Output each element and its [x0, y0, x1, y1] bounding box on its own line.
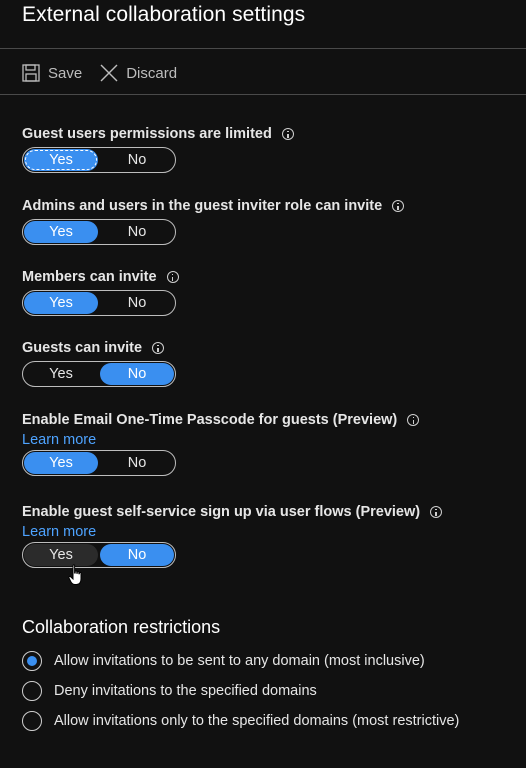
- setting-label: Members can invite: [22, 269, 157, 285]
- toggle-yes[interactable]: Yes: [24, 544, 98, 566]
- toggle-yes[interactable]: Yes: [24, 292, 98, 314]
- toolbar-divider: [0, 94, 526, 95]
- yes-no-toggle[interactable]: Yes No: [22, 542, 176, 568]
- yes-no-toggle[interactable]: Yes No: [22, 290, 176, 316]
- command-bar: Save Discard: [22, 61, 195, 85]
- discard-label: Discard: [126, 64, 178, 82]
- info-icon[interactable]: [166, 271, 179, 283]
- setting-label: Admins and users in the guest inviter ro…: [22, 198, 383, 214]
- title-divider: [0, 48, 526, 49]
- setting-label: Enable Email One-Time Passcode for guest…: [22, 412, 398, 428]
- discard-button[interactable]: Discard: [100, 64, 177, 82]
- info-icon[interactable]: [392, 200, 405, 212]
- setting-self-service-signup: Enable guest self-service sign up via us…: [22, 504, 443, 568]
- toggle-yes[interactable]: Yes: [24, 452, 98, 474]
- toggle-no[interactable]: No: [100, 544, 174, 566]
- radio-allow-any-domain[interactable]: Allow invitations to be sent to any doma…: [22, 651, 425, 671]
- radio-button[interactable]: [22, 681, 42, 701]
- setting-guest-permissions-limited: Guest users permissions are limited Yes …: [22, 126, 294, 173]
- setting-label: Guests can invite: [22, 340, 143, 356]
- save-label: Save: [48, 64, 83, 82]
- toggle-no[interactable]: No: [100, 452, 174, 474]
- setting-email-otp: Enable Email One-Time Passcode for guest…: [22, 412, 420, 476]
- toggle-yes[interactable]: Yes: [24, 221, 98, 243]
- radio-button[interactable]: [22, 711, 42, 731]
- yes-no-toggle[interactable]: Yes No: [22, 147, 176, 173]
- learn-more-link[interactable]: Learn more: [22, 524, 442, 540]
- setting-label: Enable guest self-service sign up via us…: [22, 504, 421, 520]
- learn-more-link[interactable]: Learn more: [22, 432, 419, 448]
- close-icon: [100, 64, 118, 82]
- yes-no-toggle[interactable]: Yes No: [22, 361, 176, 387]
- radio-label: Deny invitations to the specified domain…: [54, 683, 317, 699]
- radio-label: Allow invitations to be sent to any doma…: [54, 653, 425, 669]
- setting-guest-inviter-role: Admins and users in the guest inviter ro…: [22, 198, 405, 245]
- info-icon[interactable]: [407, 414, 420, 426]
- toggle-yes[interactable]: Yes: [24, 149, 98, 171]
- toggle-no[interactable]: No: [100, 221, 174, 243]
- radio-button[interactable]: [22, 651, 42, 671]
- toggle-no[interactable]: No: [100, 292, 174, 314]
- yes-no-toggle[interactable]: Yes No: [22, 219, 176, 245]
- toggle-no[interactable]: No: [100, 149, 174, 171]
- collaboration-restrictions-heading: Collaboration restrictions: [22, 617, 221, 637]
- setting-label: Guest users permissions are limited: [22, 126, 272, 142]
- yes-no-toggle[interactable]: Yes No: [22, 450, 176, 476]
- toggle-no[interactable]: No: [100, 363, 174, 385]
- info-icon[interactable]: [281, 128, 294, 140]
- info-icon[interactable]: [152, 342, 165, 354]
- info-icon[interactable]: [430, 506, 443, 518]
- save-icon: [22, 64, 40, 82]
- radio-label: Allow invitations only to the specified …: [54, 713, 460, 729]
- hand-cursor-icon: [68, 564, 82, 585]
- setting-guests-can-invite: Guests can invite Yes No: [22, 340, 176, 387]
- radio-allow-only-specified-domains[interactable]: Allow invitations only to the specified …: [22, 711, 459, 731]
- setting-members-can-invite: Members can invite Yes No: [22, 269, 179, 316]
- page-title: External collaboration settings: [22, 3, 306, 26]
- radio-deny-specified-domains[interactable]: Deny invitations to the specified domain…: [22, 681, 317, 701]
- toggle-yes[interactable]: Yes: [24, 363, 98, 385]
- save-button[interactable]: Save: [22, 64, 82, 82]
